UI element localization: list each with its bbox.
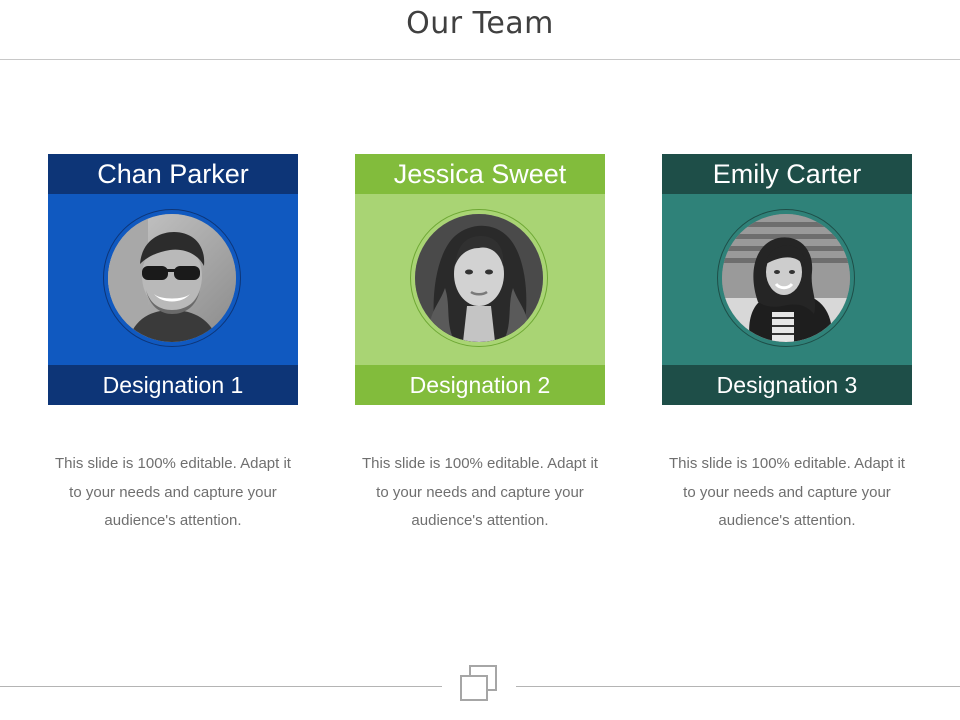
member-designation: Designation 1	[48, 365, 298, 405]
team-card-jessica-sweet: Jessica Sweet Designation 2	[355, 154, 605, 405]
photo-ring	[717, 209, 855, 347]
member-name: Chan Parker	[48, 154, 298, 194]
member-name: Emily Carter	[662, 154, 912, 194]
page-title: Our Team	[406, 6, 554, 41]
member-description: This slide is 100% editable. Adapt it to…	[669, 455, 905, 529]
member-designation: Designation 2	[355, 365, 605, 405]
copy-icon	[458, 664, 500, 704]
avatar	[722, 214, 850, 342]
team-card-chan-parker: Chan Parker Designation 1	[48, 154, 298, 405]
member-photo-panel	[355, 194, 605, 365]
member-name: Jessica Sweet	[355, 154, 605, 194]
photo-ring	[103, 209, 241, 347]
member-photo-panel	[48, 194, 298, 365]
member-description: This slide is 100% editable. Adapt it to…	[362, 455, 598, 529]
title-divider	[0, 59, 960, 60]
footer-divider-right	[516, 686, 960, 687]
team-card-emily-carter: Emily Carter Designation 3	[662, 154, 912, 405]
photo-ring	[410, 209, 548, 347]
avatar	[415, 214, 543, 342]
member-photo-panel	[662, 194, 912, 365]
footer-divider-left	[0, 686, 442, 687]
avatar	[108, 214, 236, 342]
member-designation: Designation 3	[662, 365, 912, 405]
member-description: This slide is 100% editable. Adapt it to…	[55, 455, 291, 529]
